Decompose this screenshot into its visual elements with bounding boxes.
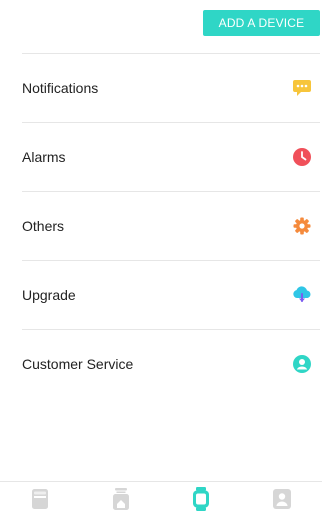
add-device-button[interactable]: ADD A DEVICE — [203, 10, 320, 36]
menu-item-notifications[interactable]: Notifications — [22, 53, 320, 122]
home-jar-icon — [112, 487, 130, 515]
menu-item-label: Alarms — [22, 149, 66, 165]
watch-icon — [192, 486, 210, 516]
tab-home[interactable] — [101, 486, 141, 516]
gear-icon — [292, 216, 312, 236]
tab-card[interactable] — [20, 486, 60, 516]
device-settings-screen: ADD A DEVICE Notifications Alarms Others… — [0, 0, 322, 520]
menu-item-upgrade[interactable]: Upgrade — [22, 260, 320, 329]
chat-bubble-icon — [292, 78, 312, 98]
tab-device[interactable] — [181, 486, 221, 516]
menu-item-label: Notifications — [22, 80, 99, 96]
tab-profile[interactable] — [262, 486, 302, 516]
bottom-tab-bar — [0, 481, 322, 520]
profile-icon — [272, 488, 291, 514]
menu-item-label: Customer Service — [22, 356, 134, 372]
clock-icon — [292, 147, 312, 167]
menu-item-customer-service[interactable]: Customer Service — [22, 329, 320, 398]
menu-item-label: Upgrade — [22, 287, 76, 303]
settings-menu: Notifications Alarms Others Upgrade Cust… — [0, 53, 322, 398]
menu-item-alarms[interactable]: Alarms — [22, 122, 320, 191]
menu-item-label: Others — [22, 218, 65, 234]
card-icon — [32, 488, 49, 514]
user-icon — [292, 354, 312, 374]
menu-item-others[interactable]: Others — [22, 191, 320, 260]
cloud-download-icon — [292, 285, 312, 305]
